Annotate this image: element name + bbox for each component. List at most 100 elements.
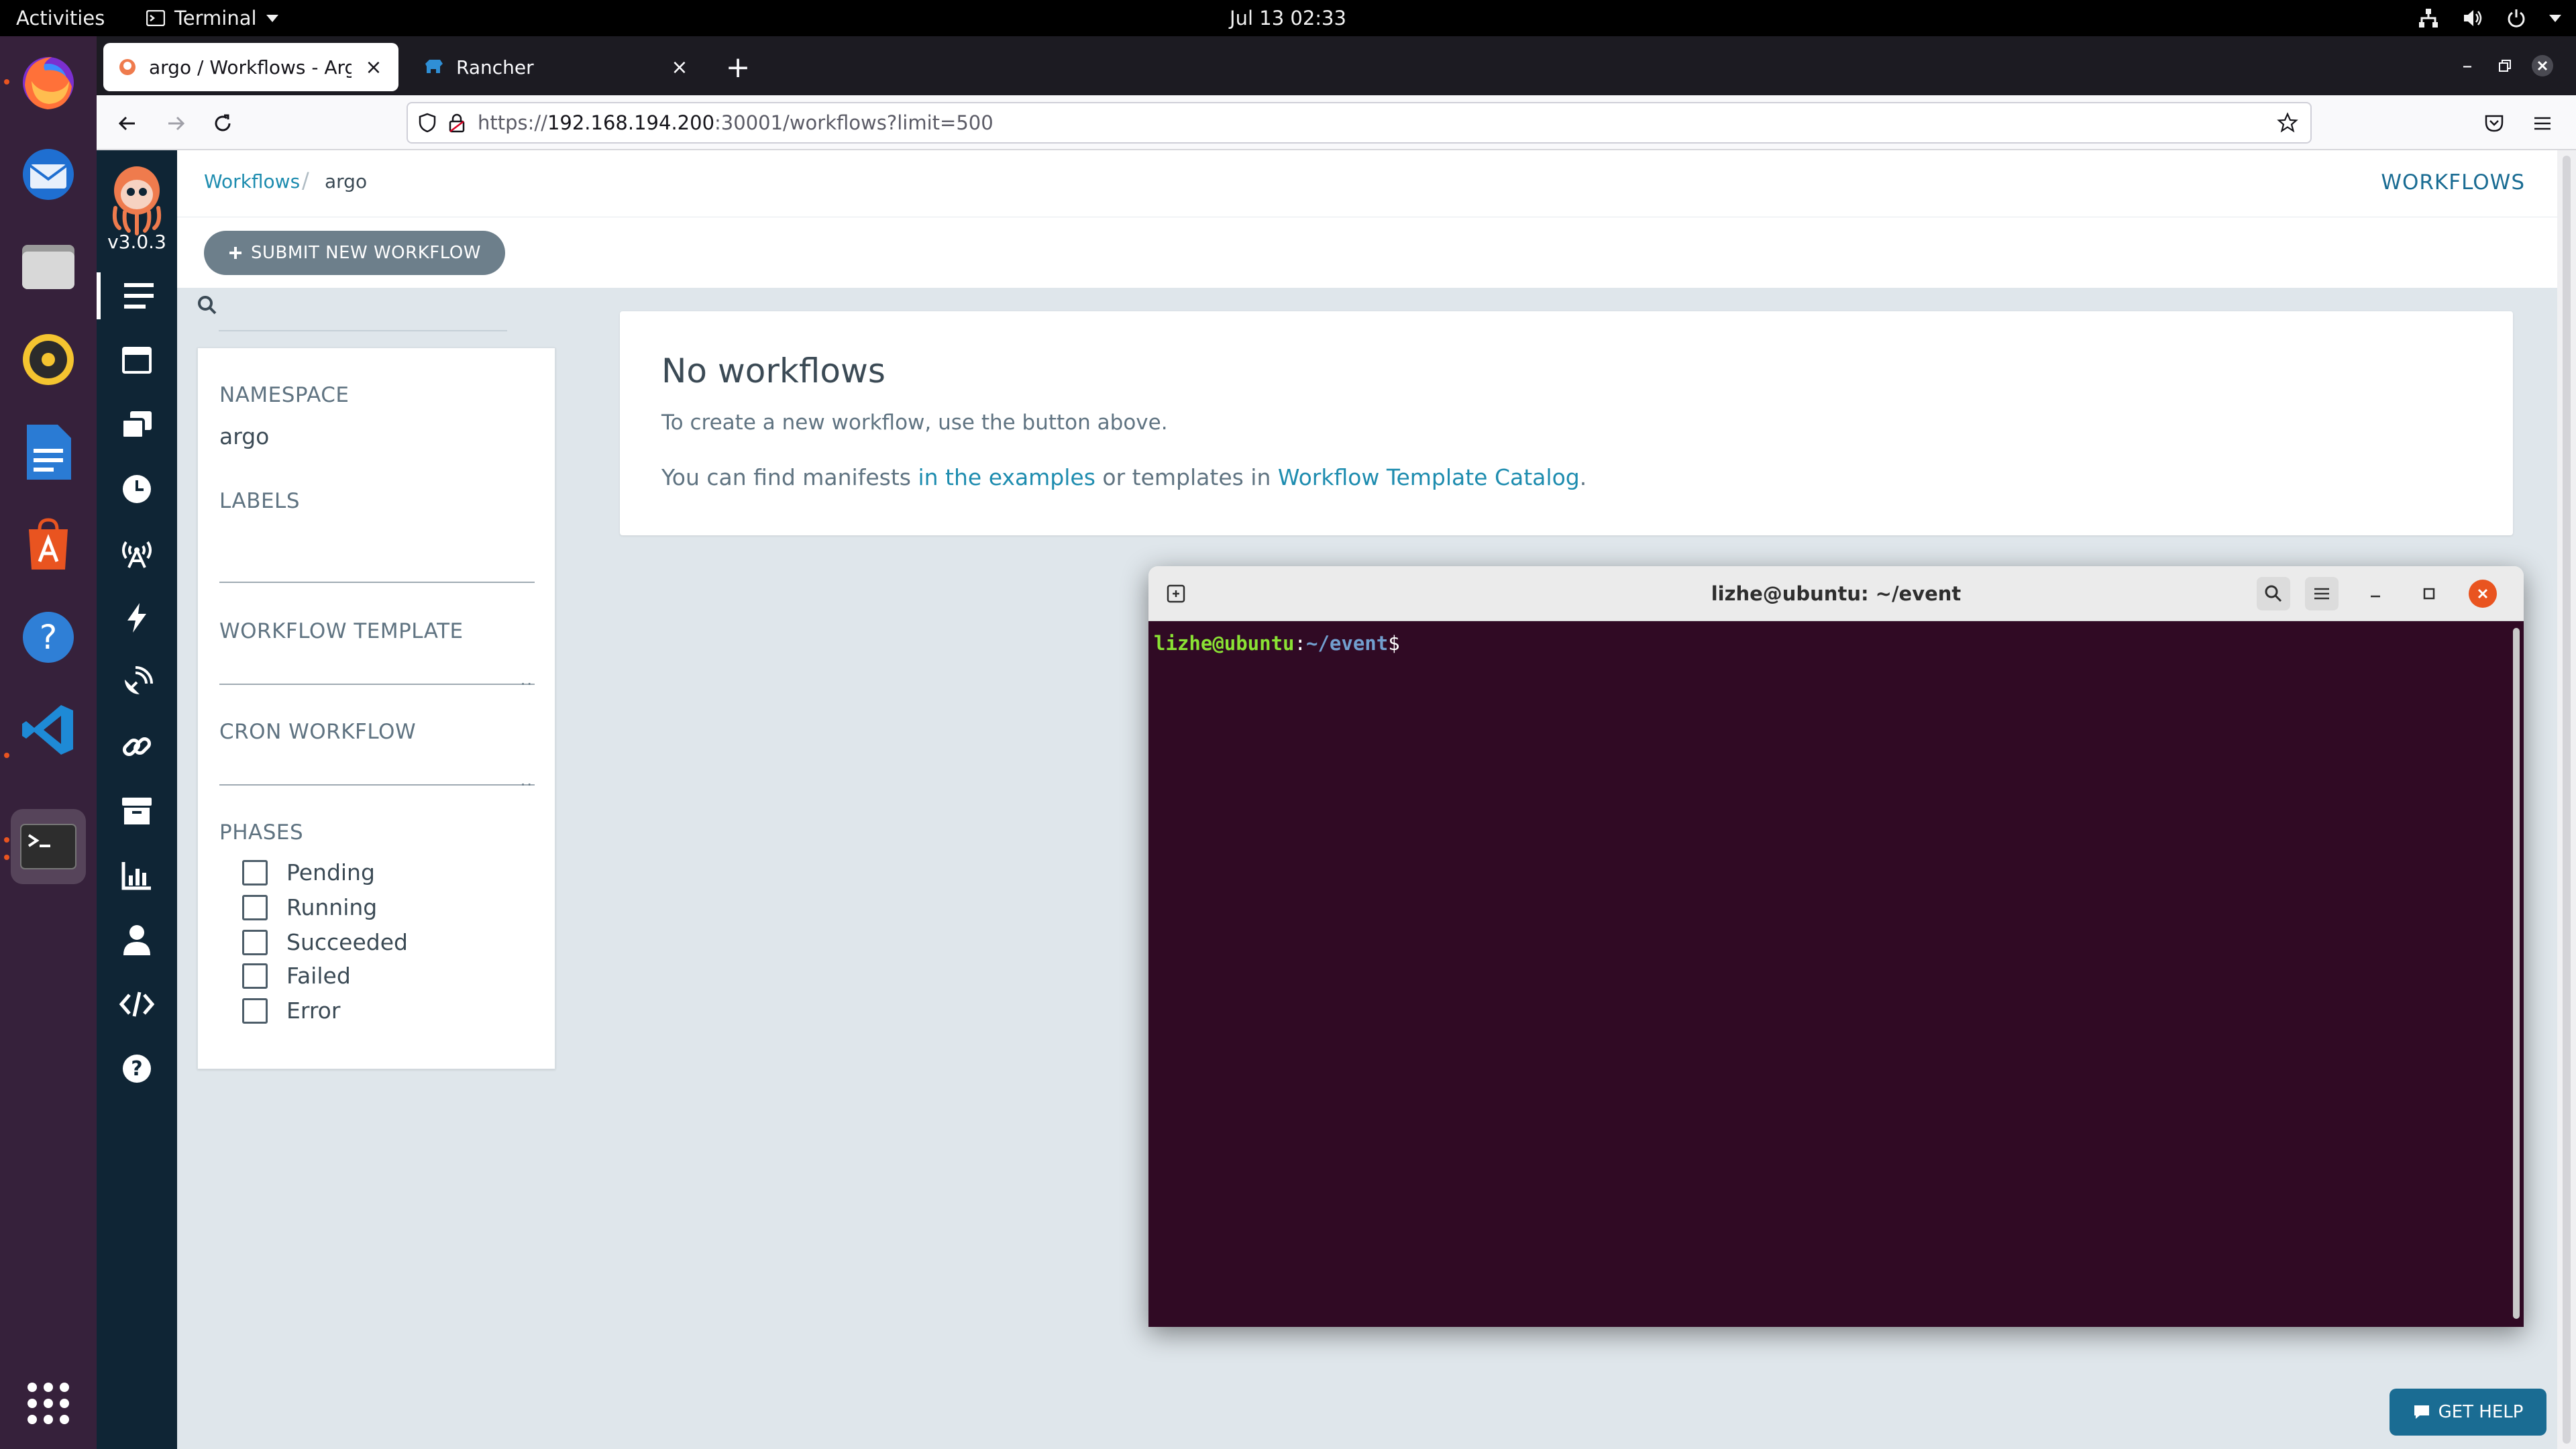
files-launcher[interactable] bbox=[11, 229, 86, 305]
help-launcher[interactable]: ? bbox=[11, 600, 86, 675]
link-icon bbox=[122, 737, 152, 757]
workflow-template-input[interactable] bbox=[219, 684, 535, 685]
nav-cron-workflows[interactable] bbox=[97, 466, 177, 513]
terminal-minimize-button[interactable] bbox=[2359, 577, 2392, 610]
get-help-button[interactable]: GET HELP bbox=[2390, 1389, 2546, 1436]
search-icon bbox=[198, 296, 217, 315]
dropdown-icon[interactable]: .. bbox=[521, 771, 533, 790]
nav-api-docs[interactable] bbox=[97, 981, 177, 1028]
phase-label: Failed bbox=[286, 963, 351, 989]
phase-checkbox[interactable] bbox=[242, 998, 268, 1024]
close-icon[interactable]: × bbox=[364, 56, 384, 79]
page-scrollbar[interactable] bbox=[2557, 150, 2576, 1449]
namespace-input[interactable]: argo bbox=[219, 423, 269, 449]
terminal-icon bbox=[20, 824, 76, 869]
thunderbird-icon bbox=[23, 149, 74, 200]
breadcrumb-workflows[interactable]: Workflows bbox=[204, 170, 300, 193]
running-indicator bbox=[4, 753, 9, 758]
page-toolbar: SUBMIT NEW WORKFLOW bbox=[177, 217, 2557, 288]
firefox-launcher[interactable] bbox=[11, 44, 86, 119]
terminal-close-button[interactable] bbox=[2469, 580, 2497, 608]
phase-label: Error bbox=[286, 998, 341, 1024]
star-icon[interactable] bbox=[2277, 112, 2298, 133]
phase-label: Pending bbox=[286, 859, 375, 885]
reload-button[interactable] bbox=[204, 105, 241, 142]
nav-event-flow[interactable] bbox=[97, 530, 177, 577]
nav-workflows[interactable] bbox=[97, 272, 177, 319]
search-field[interactable] bbox=[195, 288, 510, 331]
nav-help[interactable]: ? bbox=[97, 1045, 177, 1092]
volume-icon bbox=[2464, 10, 2482, 26]
vscode-launcher[interactable] bbox=[11, 692, 86, 767]
tab-title: argo / Workflows - Argo bbox=[149, 56, 352, 78]
restore-button[interactable] bbox=[2486, 47, 2524, 85]
terminal-menu-button[interactable] bbox=[2305, 577, 2339, 610]
argo-favicon-icon bbox=[119, 59, 136, 75]
menu-button[interactable] bbox=[2524, 105, 2561, 142]
phases-label: PHASES bbox=[219, 820, 304, 845]
phase-running[interactable]: Running bbox=[242, 894, 377, 920]
nav-archived-workflows[interactable] bbox=[97, 788, 177, 835]
terminal-output[interactable]: lizhe@ubuntu:~/event$ bbox=[1148, 621, 2524, 1327]
nav-cluster-workflow-templates[interactable] bbox=[97, 401, 177, 448]
phase-error[interactable]: Error bbox=[242, 998, 340, 1024]
terminal-search-button[interactable] bbox=[2257, 577, 2290, 610]
phase-checkbox[interactable] bbox=[242, 929, 268, 955]
phase-succeeded[interactable]: Succeeded bbox=[242, 929, 408, 955]
rhythmbox-launcher[interactable] bbox=[11, 322, 86, 397]
examples-link[interactable]: in the examples bbox=[918, 464, 1095, 490]
writer-launcher[interactable] bbox=[11, 415, 86, 490]
nav-user[interactable] bbox=[97, 916, 177, 963]
empty-state-title: No workflows bbox=[661, 352, 885, 390]
tab-argo-workflows[interactable]: argo / Workflows - Argo × bbox=[103, 43, 398, 91]
show-applications-button[interactable] bbox=[11, 1366, 86, 1441]
maximize-icon bbox=[2423, 588, 2435, 600]
phase-pending[interactable]: Pending bbox=[242, 859, 375, 885]
search-input[interactable] bbox=[219, 330, 507, 331]
document-icon bbox=[27, 425, 71, 480]
nav-event-sources[interactable] bbox=[97, 594, 177, 641]
back-button[interactable] bbox=[109, 105, 146, 142]
rhythmbox-icon bbox=[23, 334, 74, 385]
clock[interactable]: Jul 13 02:33 bbox=[0, 0, 2576, 36]
nav-workflow-templates[interactable] bbox=[97, 337, 177, 384]
prompt-symbol: $ bbox=[1388, 632, 1400, 655]
get-help-label: GET HELP bbox=[2438, 1402, 2524, 1422]
scrollbar-thumb[interactable] bbox=[2563, 156, 2571, 1444]
nav-reports[interactable] bbox=[97, 852, 177, 899]
minimize-button[interactable]: – bbox=[2449, 47, 2486, 85]
url-bar[interactable]: https://192.168.194.200:30001/workflows?… bbox=[407, 102, 2312, 144]
phase-failed[interactable]: Failed bbox=[242, 963, 351, 989]
software-launcher[interactable] bbox=[11, 507, 86, 582]
terminal-header-bar[interactable]: lizhe@ubuntu: ~/event bbox=[1148, 566, 2524, 621]
empty-state-hint: To create a new workflow, use the button… bbox=[661, 411, 1168, 435]
forward-button[interactable] bbox=[157, 105, 195, 142]
folder-icon bbox=[22, 245, 74, 289]
phase-checkbox[interactable] bbox=[242, 859, 268, 885]
template-catalog-link[interactable]: Workflow Template Catalog bbox=[1278, 464, 1580, 490]
terminal-maximize-button[interactable] bbox=[2412, 577, 2446, 610]
nav-event-bus[interactable] bbox=[97, 723, 177, 770]
new-tab-button[interactable]: + bbox=[714, 43, 762, 91]
pocket-button[interactable] bbox=[2475, 105, 2513, 142]
phase-checkbox[interactable] bbox=[242, 963, 268, 989]
chevron-down-icon bbox=[2549, 14, 2561, 22]
submit-new-workflow-button[interactable]: SUBMIT NEW WORKFLOW bbox=[204, 231, 505, 275]
network-icon bbox=[2419, 9, 2438, 28]
hamburger-icon bbox=[2314, 588, 2329, 600]
cron-workflow-input[interactable] bbox=[219, 784, 535, 786]
terminal-launcher[interactable] bbox=[11, 809, 86, 884]
close-icon[interactable]: × bbox=[669, 56, 690, 79]
tab-rancher[interactable]: Rancher × bbox=[409, 43, 704, 91]
nav-sensors[interactable] bbox=[97, 659, 177, 706]
terminal-scrollbar[interactable] bbox=[2513, 628, 2520, 1319]
close-icon bbox=[2477, 588, 2488, 599]
status-menu[interactable] bbox=[2418, 0, 2561, 36]
close-window-button[interactable] bbox=[2524, 47, 2561, 85]
phase-checkbox[interactable] bbox=[242, 894, 268, 920]
labels-input[interactable] bbox=[219, 582, 535, 583]
thunderbird-launcher[interactable] bbox=[11, 137, 86, 212]
dropdown-icon[interactable]: .. bbox=[521, 670, 533, 689]
page-title: WORKFLOWS bbox=[2381, 170, 2525, 195]
terminal-window[interactable]: lizhe@ubuntu: ~/event lizhe@ubuntu:~/eve… bbox=[1148, 566, 2524, 1327]
